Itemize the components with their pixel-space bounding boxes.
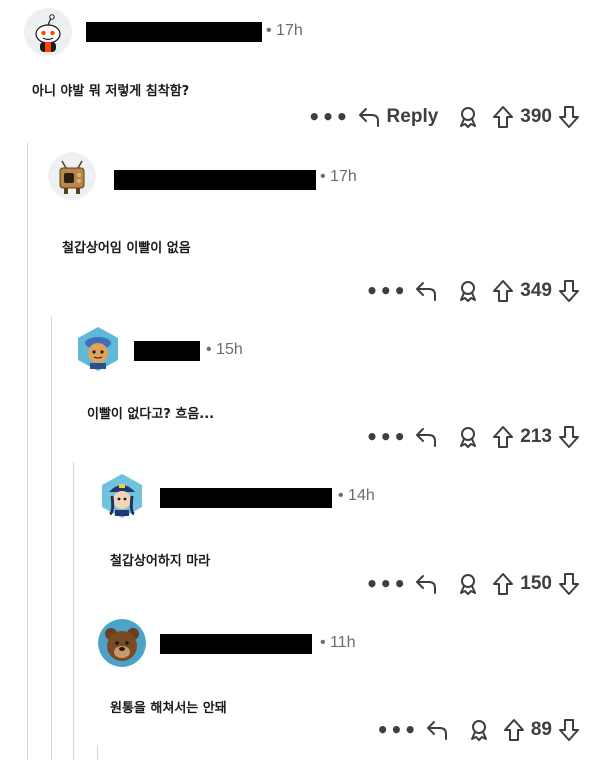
comment-body: 아니 야발 뭐 저렇게 침착함? [32, 84, 190, 99]
reply-arrow-icon [425, 719, 449, 741]
award-icon [456, 572, 480, 596]
award-button[interactable] [446, 279, 490, 303]
robot-avatar-icon[interactable] [48, 152, 96, 200]
thread-line-3[interactable] [73, 462, 74, 760]
username-redacted[interactable] [114, 170, 316, 190]
downvote-arrow-icon [558, 572, 580, 596]
comment-timestamp: • 14h [338, 487, 375, 504]
comment-action-bar: ••• 349 [322, 277, 582, 305]
award-button[interactable] [446, 572, 490, 596]
more-options-button[interactable]: ••• [376, 718, 417, 742]
capped-avatar-icon[interactable] [74, 325, 122, 373]
reply-arrow-icon [414, 573, 438, 595]
vote-score: 349 [520, 280, 552, 301]
reply-button[interactable] [406, 570, 446, 598]
vote-score: 390 [520, 106, 552, 127]
award-button[interactable] [446, 425, 490, 449]
reply-arrow-icon [414, 280, 438, 302]
thread-line-1[interactable] [27, 143, 28, 760]
downvote-button[interactable] [556, 105, 582, 129]
downvote-arrow-icon [558, 718, 580, 742]
comment-body: 이빨이 없다고? 흐음... [87, 407, 215, 422]
upvote-arrow-icon [492, 572, 514, 596]
downvote-arrow-icon [558, 105, 580, 129]
reply-arrow-icon [414, 426, 438, 448]
reply-button[interactable] [406, 277, 446, 305]
thread-line-2[interactable] [51, 316, 52, 760]
reply-button[interactable]: Reply [349, 103, 447, 131]
comment-timestamp: • 11h [320, 634, 356, 651]
reply-label: Reply [386, 106, 439, 127]
upvote-button[interactable] [501, 718, 527, 742]
upvote-button[interactable] [490, 105, 516, 129]
username-redacted[interactable] [86, 22, 262, 42]
downvote-button[interactable] [556, 718, 582, 742]
username-redacted[interactable] [134, 341, 200, 361]
thread-line-4[interactable] [97, 745, 98, 760]
username-redacted[interactable] [160, 488, 332, 508]
reply-arrow-icon [357, 106, 381, 128]
downvote-button[interactable] [556, 425, 582, 449]
downvote-button[interactable] [556, 279, 582, 303]
vote-score: 89 [530, 719, 552, 740]
upvote-arrow-icon [503, 718, 525, 742]
comment-action-bar: ••• Reply 390 [260, 103, 582, 131]
award-icon [456, 105, 480, 129]
downvote-button[interactable] [556, 572, 582, 596]
award-button[interactable] [446, 105, 490, 129]
vote-score: 150 [520, 573, 552, 594]
comment-action-bar: ••• 213 [322, 423, 582, 451]
comment-action-bar: ••• 89 [322, 716, 582, 744]
upvote-button[interactable] [490, 572, 516, 596]
upvote-arrow-icon [492, 425, 514, 449]
reply-button[interactable] [417, 716, 457, 744]
upvote-arrow-icon [492, 279, 514, 303]
more-options-button[interactable]: ••• [308, 105, 349, 129]
upvote-button[interactable] [490, 425, 516, 449]
username-redacted[interactable] [160, 634, 312, 654]
award-icon [456, 279, 480, 303]
more-options-button[interactable]: ••• [366, 572, 406, 596]
more-options-button[interactable]: ••• [366, 279, 406, 303]
police-avatar-icon[interactable] [98, 472, 146, 520]
more-options-button[interactable]: ••• [366, 425, 406, 449]
snoo-avatar-icon[interactable] [24, 8, 72, 56]
award-button[interactable] [457, 718, 501, 742]
award-icon [456, 425, 480, 449]
upvote-arrow-icon [492, 105, 514, 129]
downvote-arrow-icon [558, 279, 580, 303]
comment-timestamp: • 17h [320, 168, 357, 185]
comment-body: 철갑상어하지 마라 [110, 554, 211, 569]
vote-score: 213 [520, 426, 552, 447]
comment-timestamp: • 15h [206, 341, 243, 358]
comment-body: 원통을 해쳐서는 안돼 [110, 701, 227, 716]
award-icon [467, 718, 491, 742]
comment-body: 철갑상어임 이빨이 없음 [62, 241, 191, 256]
bear-avatar-icon[interactable] [98, 619, 146, 667]
comment-timestamp: • 17h [266, 22, 303, 39]
comment-action-bar: ••• 150 [322, 570, 582, 598]
upvote-button[interactable] [490, 279, 516, 303]
downvote-arrow-icon [558, 425, 580, 449]
reply-button[interactable] [406, 423, 446, 451]
